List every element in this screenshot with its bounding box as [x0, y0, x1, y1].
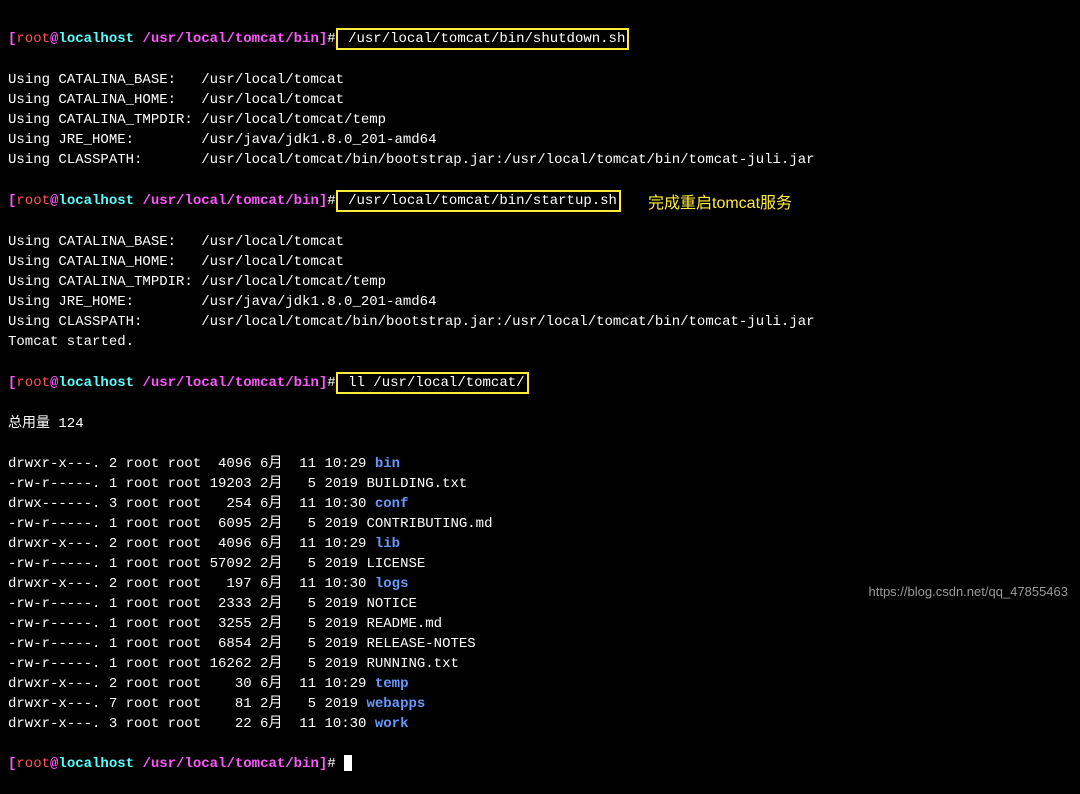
- dir-name: bin: [375, 456, 400, 472]
- file-name: README.md: [366, 616, 442, 632]
- dir-name: lib: [375, 536, 400, 552]
- env-line: Using CLASSPATH: /usr/local/tomcat/bin/b…: [8, 312, 1072, 332]
- env-line: Using CATALINA_BASE: /usr/local/tomcat: [8, 70, 1072, 90]
- env-output-1: Using CATALINA_BASE: /usr/local/tomcatUs…: [8, 70, 1072, 170]
- list-item: -rw-r-----. 1 root root 6095 2月 5 2019 C…: [8, 514, 1072, 534]
- env-line: Using JRE_HOME: /usr/java/jdk1.8.0_201-a…: [8, 292, 1072, 312]
- env-line: Using CLASSPATH: /usr/local/tomcat/bin/b…: [8, 150, 1072, 170]
- list-item: drwxr-x---. 2 root root 4096 6月 11 10:29…: [8, 454, 1072, 474]
- env-line: Tomcat started.: [8, 332, 1072, 352]
- annotation-text: 完成重启tomcat服务: [648, 194, 792, 214]
- highlighted-command-startup: /usr/local/tomcat/bin/startup.sh: [336, 190, 621, 212]
- list-item: drwx------. 3 root root 254 6月 11 10:30 …: [8, 494, 1072, 514]
- list-item: drwxr-x---. 3 root root 22 6月 11 10:30 w…: [8, 714, 1072, 734]
- dir-name: temp: [375, 676, 409, 692]
- dir-name: conf: [375, 496, 409, 512]
- file-name: CONTRIBUTING.md: [366, 516, 492, 532]
- file-name: LICENSE: [366, 556, 425, 572]
- list-item: drwxr-x---. 2 root root 4096 6月 11 10:29…: [8, 534, 1072, 554]
- prompt-line-2: [root@localhost /usr/local/tomcat/bin]# …: [8, 190, 1072, 212]
- list-item: drwxr-x---. 7 root root 81 2月 5 2019 web…: [8, 694, 1072, 714]
- file-name: RUNNING.txt: [366, 656, 458, 672]
- dir-name: webapps: [366, 696, 425, 712]
- env-line: Using CATALINA_BASE: /usr/local/tomcat: [8, 232, 1072, 252]
- env-output-2: Using CATALINA_BASE: /usr/local/tomcatUs…: [8, 232, 1072, 352]
- list-item: drwxr-x---. 2 root root 30 6月 11 10:29 t…: [8, 674, 1072, 694]
- env-line: Using JRE_HOME: /usr/java/jdk1.8.0_201-a…: [8, 130, 1072, 150]
- file-name: BUILDING.txt: [366, 476, 467, 492]
- prompt-line-3: [root@localhost /usr/local/tomcat/bin]# …: [8, 372, 1072, 394]
- list-item: -rw-r-----. 1 root root 19203 2月 5 2019 …: [8, 474, 1072, 494]
- terminal-output[interactable]: [root@localhost /usr/local/tomcat/bin]# …: [0, 0, 1080, 794]
- env-line: Using CATALINA_TMPDIR: /usr/local/tomcat…: [8, 272, 1072, 292]
- list-item: -rw-r-----. 1 root root 3255 2月 5 2019 R…: [8, 614, 1072, 634]
- prompt-line-1: [root@localhost /usr/local/tomcat/bin]# …: [8, 28, 1072, 50]
- total-line: 总用量 124: [8, 414, 1072, 434]
- cursor-icon: [344, 755, 352, 771]
- highlighted-command-ll: ll /usr/local/tomcat/: [336, 372, 529, 394]
- list-item: -rw-r-----. 1 root root 16262 2月 5 2019 …: [8, 654, 1072, 674]
- prompt-line-4[interactable]: [root@localhost /usr/local/tomcat/bin]#: [8, 754, 1072, 774]
- dir-name: logs: [375, 576, 409, 592]
- env-line: Using CATALINA_HOME: /usr/local/tomcat: [8, 252, 1072, 272]
- file-name: RELEASE-NOTES: [366, 636, 475, 652]
- highlighted-command-shutdown: /usr/local/tomcat/bin/shutdown.sh: [336, 28, 630, 50]
- env-line: Using CATALINA_TMPDIR: /usr/local/tomcat…: [8, 110, 1072, 130]
- list-item: -rw-r-----. 1 root root 57092 2月 5 2019 …: [8, 554, 1072, 574]
- file-name: NOTICE: [366, 596, 416, 612]
- dir-name: work: [375, 716, 409, 732]
- env-line: Using CATALINA_HOME: /usr/local/tomcat: [8, 90, 1072, 110]
- list-item: -rw-r-----. 1 root root 6854 2月 5 2019 R…: [8, 634, 1072, 654]
- watermark-text: https://blog.csdn.net/qq_47855463: [869, 582, 1069, 602]
